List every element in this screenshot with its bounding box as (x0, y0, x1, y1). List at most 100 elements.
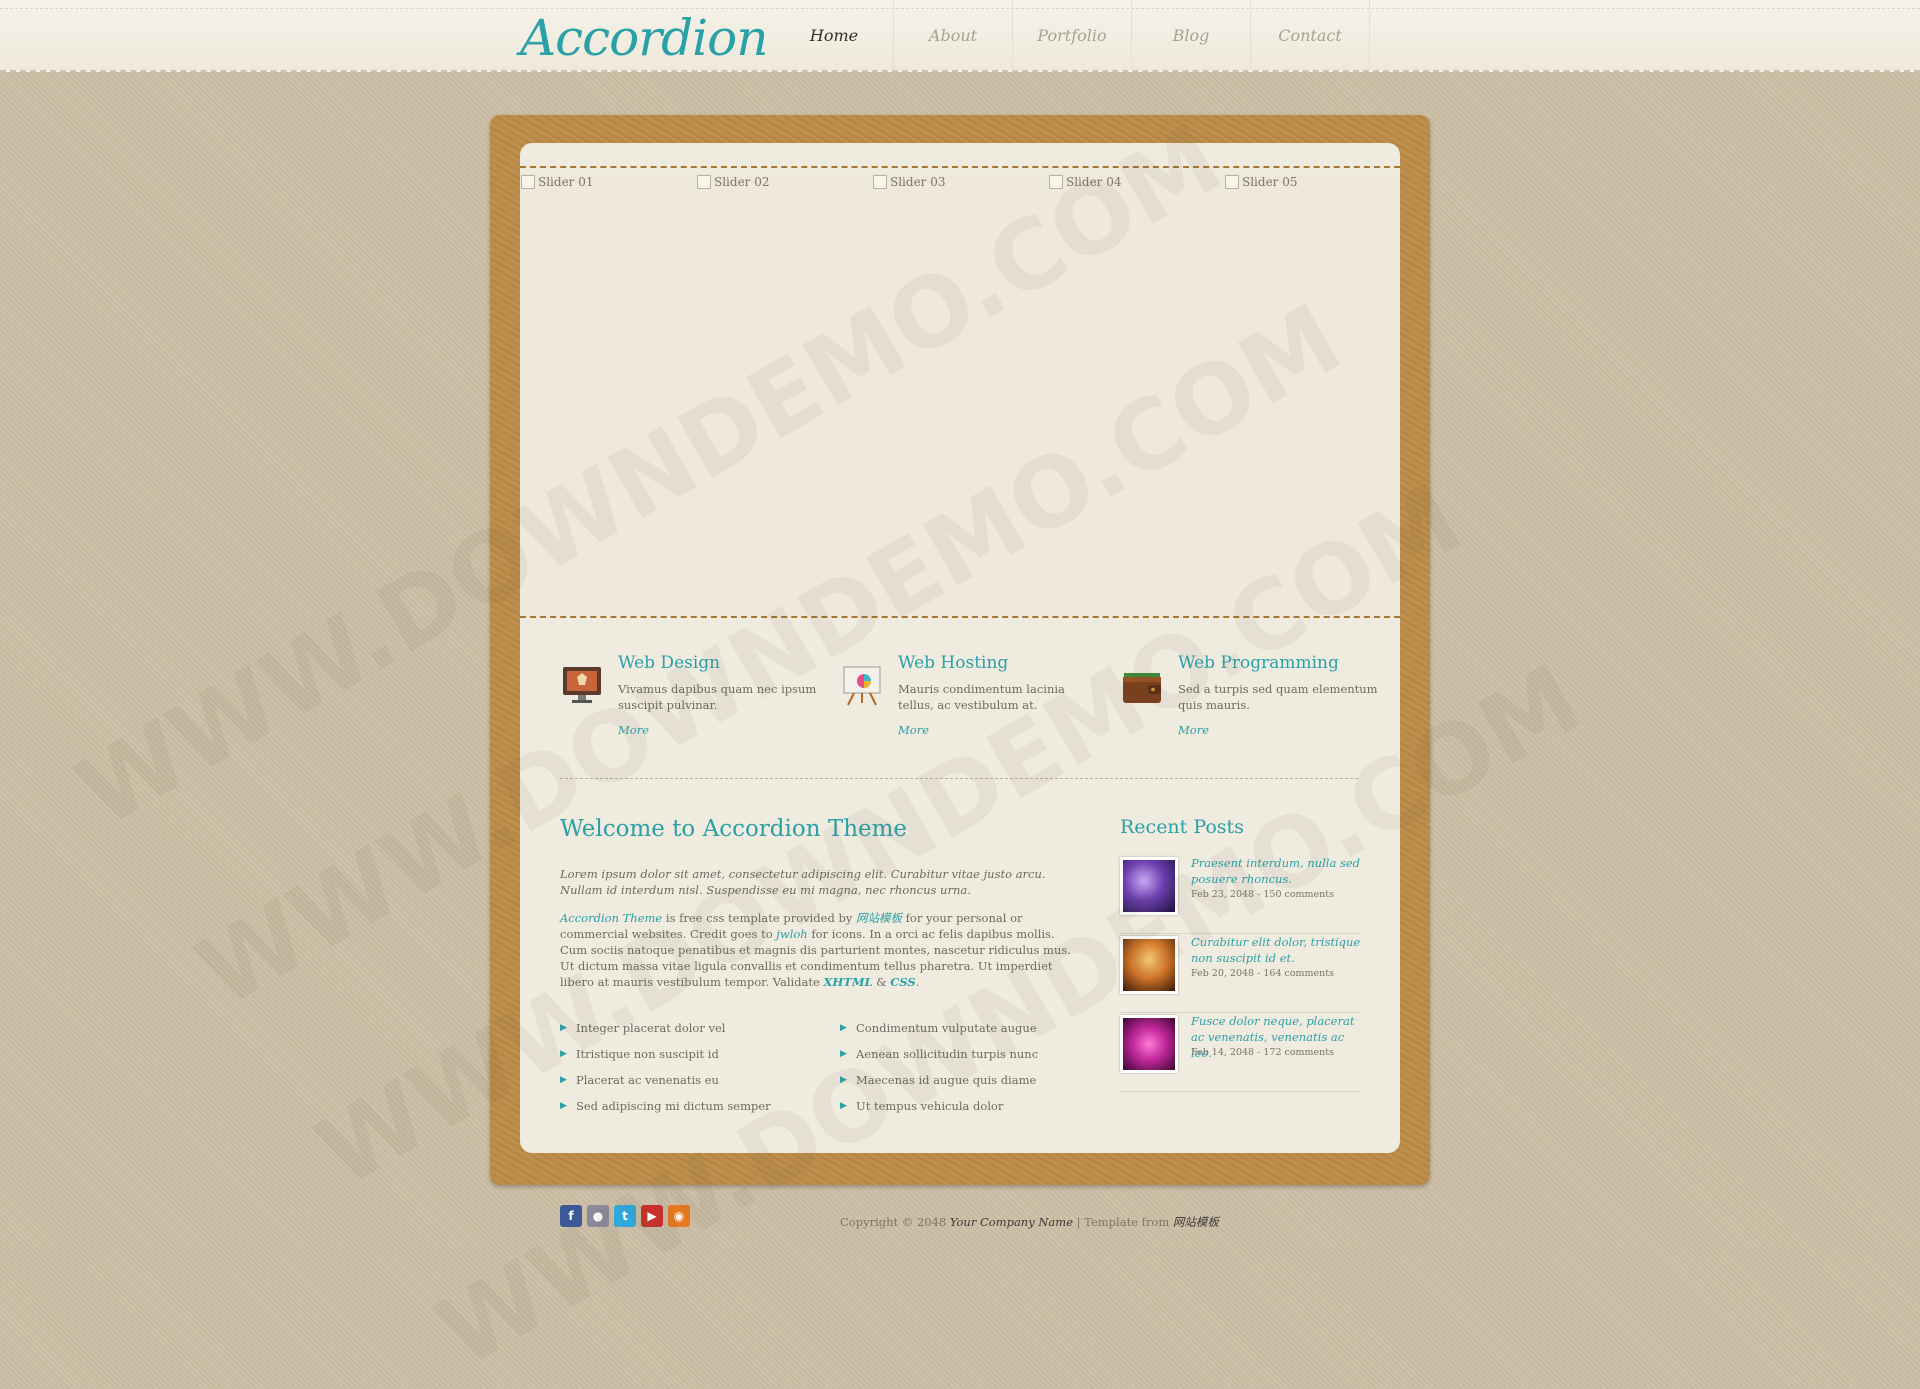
facebook-icon[interactable]: f (560, 1205, 582, 1227)
nav-blog[interactable]: Blog (1132, 0, 1251, 70)
template-source-link[interactable]: 网站模板 (1173, 1215, 1219, 1229)
list-item: ▶ Ut tempus vehicula dolor (840, 1096, 1100, 1122)
post-meta: Feb 23, 2048 - 150 comments (1191, 889, 1334, 900)
list-item-text: Integer placerat dolor vel (576, 1021, 726, 1035)
slide-1[interactable]: Slider 01 (521, 175, 594, 189)
arrow-icon: ▶ (560, 1023, 567, 1033)
nav-contact[interactable]: Contact (1251, 0, 1370, 70)
service-web-programming: Web Programming Sed a turpis sed quam el… (1120, 653, 1380, 745)
service-web-hosting: Web Hosting Mauris condimentum lacinia t… (840, 653, 1100, 745)
service-title: Web Hosting (898, 653, 1009, 673)
broken-image-icon (873, 175, 887, 189)
rss-icon[interactable]: ◉ (668, 1205, 690, 1227)
list-item-text: Aenean sollicitudin turpis nunc (856, 1047, 1039, 1061)
slide-label: Slider 01 (538, 175, 594, 189)
arrow-icon: ▶ (840, 1023, 847, 1033)
xhtml-link[interactable]: XHTML (823, 975, 872, 989)
arrow-icon: ▶ (840, 1049, 847, 1059)
welcome-body: Accordion Theme is free css template pro… (560, 910, 1080, 990)
list-item-text: Placerat ac venenatis eu (576, 1073, 719, 1087)
social-links: f ● t ▶ ◉ (560, 1205, 690, 1227)
broken-image-icon (521, 175, 535, 189)
feature-list-right: ▶ Condimentum vulputate augue ▶ Aenean sol… (840, 1018, 1100, 1122)
slider-top-stitch (520, 166, 1400, 168)
post-title-link[interactable]: Praesent interdum, nulla sed posuere rho… (1191, 855, 1361, 887)
copyright: Copyright © 2048 Your Company Name | Tem… (840, 1214, 1219, 1230)
list-item: ▶ Placerat ac venenatis eu (560, 1070, 820, 1096)
service-title: Web Design (618, 653, 721, 673)
service-web-design: Web Design Vivamus dapibus quam nec ipsu… (560, 653, 820, 745)
list-item: ▶ Condimentum vulputate augue (840, 1018, 1100, 1044)
nav-home[interactable]: Home (775, 0, 894, 70)
nav-portfolio[interactable]: Portfolio (1013, 0, 1132, 70)
copyright-text: Copyright © 2048 (840, 1215, 950, 1229)
broken-image-icon (697, 175, 711, 189)
welcome-intro: Lorem ipsum dolor sit amet, consectetur … (560, 867, 1046, 897)
service-text: Mauris condimentum lacinia tellus, ac ve… (898, 682, 1065, 712)
slide-label: Slider 05 (1242, 175, 1298, 189)
list-item-text: Itristique non suscipit id (576, 1047, 719, 1061)
list-item: ▶ Aenean sollicitudin turpis nunc (840, 1044, 1100, 1070)
copyright-text: | Template from (1073, 1215, 1173, 1229)
slide-label: Slider 04 (1066, 175, 1122, 189)
welcome-title: Welcome to Accordion Theme (560, 816, 908, 842)
arrow-icon: ▶ (560, 1049, 567, 1059)
slide-3[interactable]: Slider 03 (873, 175, 946, 189)
list-item-text: Sed adipiscing mi dictum semper (576, 1099, 771, 1113)
post-meta: Feb 20, 2048 - 164 comments (1191, 968, 1334, 979)
recent-post: Fusce dolor neque, placerat ac venenatis… (1120, 1013, 1360, 1092)
easel-icon (843, 666, 881, 706)
service-text: Sed a turpis sed quam elementum quis mau… (1178, 682, 1378, 712)
post-meta: Feb 14, 2048 - 172 comments (1191, 1047, 1334, 1058)
site-logo[interactable]: Accordion (520, 10, 768, 66)
recent-posts-title: Recent Posts (1120, 816, 1244, 838)
main-nav: Home About Portfolio Blog Contact (775, 0, 1370, 70)
slider: Slider 01 Slider 02 Slider 03 Slider 04 … (520, 170, 1400, 617)
service-text: Vivamus dapibus quam nec ipsum suscipit … (618, 682, 817, 712)
service-more-link[interactable]: More (618, 723, 649, 737)
icons-credit-link[interactable]: jwloh (776, 927, 807, 941)
slide-2[interactable]: Slider 02 (697, 175, 770, 189)
slider-bottom-stitch (520, 616, 1400, 618)
theme-link[interactable]: Accordion Theme (560, 911, 662, 925)
list-item-text: Condimentum vulputate augue (856, 1021, 1037, 1035)
section-divider (560, 778, 1358, 779)
nav-about[interactable]: About (894, 0, 1013, 70)
recent-post: Praesent interdum, nulla sed posuere rho… (1120, 855, 1360, 934)
post-title-link[interactable]: Curabitur elit dolor, tristique non susc… (1191, 934, 1361, 966)
body-text-part: & (872, 975, 891, 989)
slide-label: Slider 02 (714, 175, 770, 189)
broken-image-icon (1049, 175, 1063, 189)
css-link[interactable]: CSS (890, 975, 916, 989)
post-thumbnail[interactable] (1120, 1015, 1178, 1073)
recent-post: Curabitur elit dolor, tristique non susc… (1120, 934, 1360, 1013)
list-item: ▶ Integer placerat dolor vel (560, 1018, 820, 1044)
youtube-icon[interactable]: ▶ (641, 1205, 663, 1227)
twitter-icon[interactable]: t (614, 1205, 636, 1227)
flickr-icon[interactable]: ● (587, 1205, 609, 1227)
arrow-icon: ▶ (560, 1075, 567, 1085)
arrow-icon: ▶ (840, 1075, 847, 1085)
list-item-text: Ut tempus vehicula dolor (856, 1099, 1004, 1113)
slide-4[interactable]: Slider 04 (1049, 175, 1122, 189)
list-item: ▶ Sed adipiscing mi dictum semper (560, 1096, 820, 1122)
service-title: Web Programming (1178, 653, 1339, 673)
body-text-part: . (915, 975, 920, 989)
service-more-link[interactable]: More (898, 723, 929, 737)
slide-label: Slider 03 (890, 175, 946, 189)
slide-5[interactable]: Slider 05 (1225, 175, 1298, 189)
post-thumbnail[interactable] (1120, 857, 1178, 915)
arrow-icon: ▶ (560, 1101, 567, 1111)
company-link[interactable]: Your Company Name (950, 1215, 1073, 1229)
wallet-icon (1123, 673, 1161, 703)
arrow-icon: ▶ (840, 1101, 847, 1111)
body-text-part: is free css template provided by (662, 911, 857, 925)
site-header: Accordion Home About Portfolio Blog Cont… (0, 0, 1920, 72)
list-item: ▶ Maecenas id augue quis diame (840, 1070, 1100, 1096)
feature-list-left: ▶ Integer placerat dolor vel ▶ Itristique … (560, 1018, 820, 1122)
list-item: ▶ Itristique non suscipit id (560, 1044, 820, 1070)
service-more-link[interactable]: More (1178, 723, 1209, 737)
post-thumbnail[interactable] (1120, 936, 1178, 994)
site-link[interactable]: 网站模板 (856, 911, 902, 925)
monitor-icon (563, 667, 601, 703)
